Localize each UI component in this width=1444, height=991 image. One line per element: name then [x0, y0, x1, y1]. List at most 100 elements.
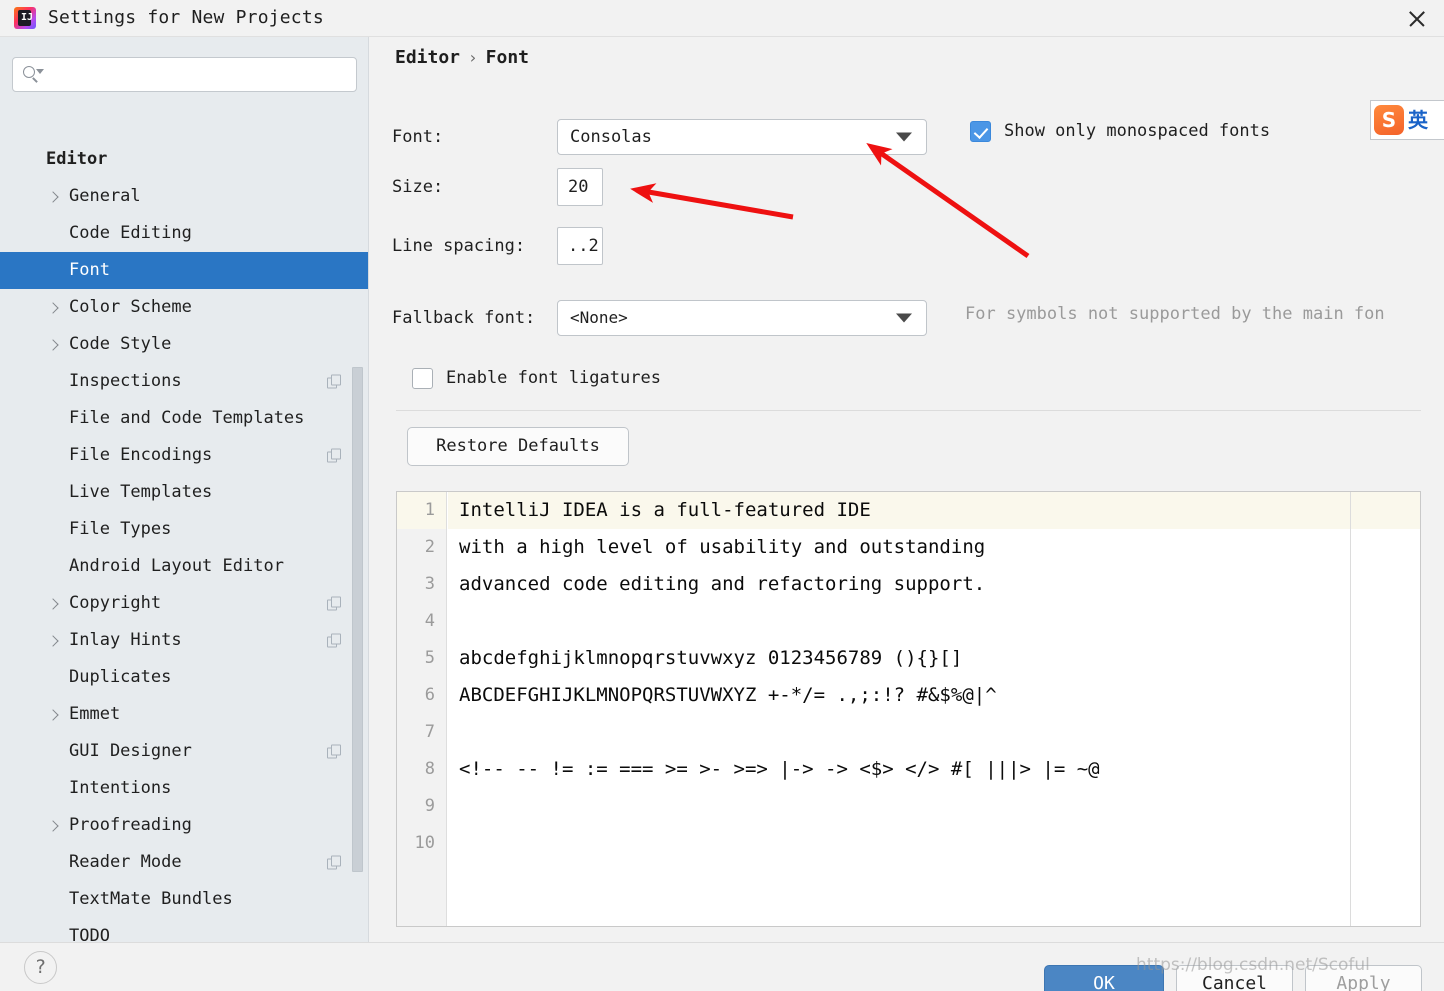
sidebar-item-file-and-code-templates[interactable]: File and Code Templates	[0, 400, 368, 437]
enable-ligatures-checkbox-row[interactable]: Enable font ligatures	[412, 368, 661, 389]
copy-settings-icon[interactable]	[327, 374, 342, 389]
show-monospaced-checkbox-row[interactable]: Show only monospaced fonts	[970, 121, 1270, 142]
sogou-ime-bar[interactable]: S 英	[1370, 100, 1444, 140]
ime-mode-indicator[interactable]: 英	[1408, 110, 1428, 130]
editor-code-area[interactable]: IntelliJ IDEA is a full-featured IDE with…	[448, 492, 1420, 926]
restore-defaults-button[interactable]: Restore Defaults	[407, 427, 629, 466]
sidebar-item-live-templates[interactable]: Live Templates	[0, 474, 368, 511]
code-line: abcdefghijklmnopqrstuvwxyz 0123456789 ()…	[459, 647, 963, 669]
copy-settings-icon[interactable]	[327, 855, 342, 870]
sidebar-item-todo[interactable]: TODO	[0, 918, 368, 943]
right-margin-guide	[1350, 492, 1351, 926]
fallback-font-row: Fallback font: <None>	[392, 300, 927, 336]
sidebar-item-emmet[interactable]: Emmet	[0, 696, 368, 733]
sidebar-item-code-editing[interactable]: Code Editing	[0, 215, 368, 252]
sidebar-item-textmate-bundles[interactable]: TextMate Bundles	[0, 881, 368, 918]
sidebar-item-inlay-hints[interactable]: Inlay Hints	[0, 622, 368, 659]
chevron-right-icon[interactable]	[48, 192, 58, 202]
sidebar-item-label: Emmet	[69, 704, 121, 724]
search-box[interactable]	[12, 57, 357, 92]
sidebar-item-font[interactable]: Font	[0, 252, 368, 289]
sidebar-item-duplicates[interactable]: Duplicates	[0, 659, 368, 696]
close-icon[interactable]	[1406, 8, 1428, 30]
chevron-right-icon[interactable]	[48, 303, 58, 313]
settings-dialog: IJ Settings for New Projects Editor Gener…	[0, 0, 1444, 991]
ok-button[interactable]: OK	[1044, 965, 1164, 991]
sidebar-item-label: Color Scheme	[69, 297, 192, 317]
copy-settings-icon[interactable]	[327, 596, 342, 611]
sidebar-item-inspections[interactable]: Inspections	[0, 363, 368, 400]
sidebar-item-label: Code Style	[69, 334, 172, 354]
sidebar-item-reader-mode[interactable]: Reader Mode	[0, 844, 368, 881]
code-line: advanced code editing and refactoring su…	[459, 573, 986, 595]
search-input[interactable]	[46, 58, 356, 91]
sidebar-item-intentions[interactable]: Intentions	[0, 770, 368, 807]
fallback-font-hint: For symbols not supported by the main fo…	[965, 304, 1385, 324]
line-spacing-label: Line spacing:	[392, 235, 526, 256]
cancel-button[interactable]: Cancel	[1176, 965, 1293, 991]
breadcrumb-parent[interactable]: Editor	[395, 49, 460, 67]
dialog-footer: ? OK Cancel Apply	[0, 942, 1444, 991]
chevron-right-icon[interactable]	[48, 710, 58, 720]
sidebar-item-file-types[interactable]: File Types	[0, 511, 368, 548]
chevron-down-icon	[896, 132, 912, 142]
window-title: Settings for New Projects	[48, 7, 324, 28]
sidebar-item-label: Proofreading	[69, 815, 192, 835]
title-bar: IJ Settings for New Projects	[0, 0, 1444, 37]
line-spacing-row: Line spacing: ..2	[392, 227, 603, 265]
sidebar-item-editor[interactable]: Editor	[0, 141, 368, 178]
line-spacing-input[interactable]: ..2	[557, 227, 603, 265]
line-number: 4	[424, 611, 435, 631]
sidebar-item-code-style[interactable]: Code Style	[0, 326, 368, 363]
sogou-logo-icon: S	[1374, 105, 1404, 135]
help-button[interactable]: ?	[24, 951, 57, 984]
copy-settings-icon[interactable]	[327, 448, 342, 463]
chevron-right-icon[interactable]	[48, 599, 58, 609]
sidebar-item-color-scheme[interactable]: Color Scheme	[0, 289, 368, 326]
sidebar-item-label: File Types	[69, 519, 172, 539]
line-number: 6	[424, 685, 435, 705]
font-family-select[interactable]: Consolas	[557, 119, 927, 155]
sidebar-item-label: Copyright	[69, 593, 162, 613]
sidebar-item-label: Font	[69, 260, 110, 280]
sidebar-item-general[interactable]: General	[0, 178, 368, 215]
size-row: Size: 20	[392, 168, 603, 206]
chevron-right-icon[interactable]	[48, 340, 58, 350]
chevron-right-icon[interactable]	[48, 821, 58, 831]
intellij-idea-logo-icon: IJ	[14, 7, 36, 29]
font-size-input[interactable]: 20	[557, 168, 603, 206]
restore-defaults-label: Restore Defaults	[436, 436, 600, 456]
font-preview-editor[interactable]: 1 2 3 4 5 6 7 8 9 10 IntelliJ IDEA is a full-feat…	[396, 491, 1421, 927]
sidebar-scrollbar[interactable]	[352, 367, 363, 872]
copy-settings-icon[interactable]	[327, 744, 342, 759]
line-spacing-value: ..2	[568, 235, 599, 256]
sidebar-item-label: Reader Mode	[69, 852, 182, 872]
sidebar-item-android-layout-editor[interactable]: Android Layout Editor	[0, 548, 368, 585]
show-monospaced-checkbox[interactable]	[970, 121, 991, 142]
fallback-font-select[interactable]: <None>	[557, 300, 927, 336]
settings-sidebar: Editor General Code Editing Font Color Schem…	[0, 37, 369, 942]
sidebar-item-proofreading[interactable]: Proofreading	[0, 807, 368, 844]
line-number: 8	[424, 759, 435, 779]
sidebar-item-file-encodings[interactable]: File Encodings	[0, 437, 368, 474]
sidebar-item-gui-designer[interactable]: GUI Designer	[0, 733, 368, 770]
settings-tree: Editor General Code Editing Font Color Schem…	[0, 141, 368, 943]
search-field-wrapper	[12, 57, 357, 92]
breadcrumb-current: Font	[485, 47, 530, 68]
chevron-right-icon[interactable]	[48, 636, 58, 646]
breadcrumb: Editor › Font	[395, 49, 529, 67]
logo-letter: IJ	[21, 12, 34, 23]
sidebar-item-copyright[interactable]: Copyright	[0, 585, 368, 622]
search-icon	[23, 66, 44, 83]
code-line: ABCDEFGHIJKLMNOPQRSTUVWXYZ +-*/= .,;:!? …	[459, 684, 997, 706]
line-number: 5	[424, 648, 435, 668]
copy-settings-icon[interactable]	[327, 633, 342, 648]
enable-ligatures-checkbox[interactable]	[412, 368, 433, 389]
line-number: 1	[397, 492, 446, 529]
line-number: 2	[424, 537, 435, 557]
size-label: Size:	[392, 176, 444, 197]
settings-main-panel: Editor › Font Font: Consolas Size: 20 Li…	[370, 37, 1444, 942]
